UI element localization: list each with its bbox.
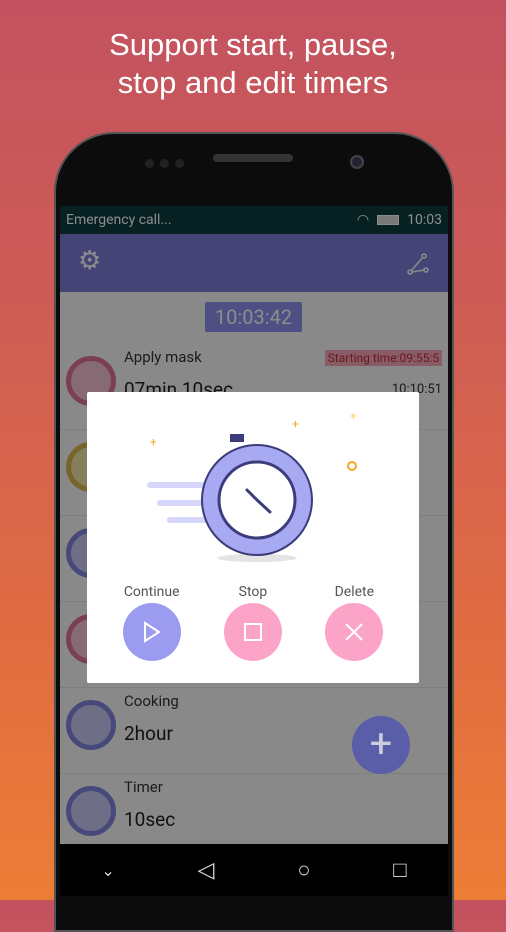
promo-headline: Support start, pause, stop and edit time… [0, 26, 506, 102]
svg-text:+: + [292, 417, 299, 431]
stop-label: Stop [238, 584, 268, 600]
stopwatch-illustration: + + + [147, 412, 357, 562]
recents-icon[interactable]: □ [393, 857, 406, 883]
play-icon [143, 621, 161, 643]
home-icon[interactable]: ○ [297, 857, 310, 883]
navigation-bar: ⌄ ◁ ○ □ [60, 844, 448, 896]
phone-sensors [145, 153, 195, 168]
close-icon [345, 623, 364, 641]
add-timer-button[interactable]: + [352, 716, 410, 774]
back-icon[interactable]: ◁ [198, 858, 215, 883]
delete-button[interactable]: Delete [309, 584, 399, 661]
dialog-actions: Continue Stop Delete [87, 584, 419, 661]
chevron-down-icon[interactable]: ⌄ [101, 861, 114, 880]
svg-text:+: + [350, 412, 357, 423]
phone-speaker [213, 154, 293, 162]
timer-action-dialog: + + + Continue Stop Delete [87, 392, 419, 683]
stop-icon [243, 623, 262, 641]
delete-label: Delete [334, 584, 375, 600]
continue-button[interactable]: Continue [107, 584, 197, 661]
headline-line-1: Support start, pause, [109, 27, 397, 62]
phone-camera [350, 155, 364, 169]
headline-line-2: stop and edit timers [117, 65, 389, 100]
svg-text:+: + [150, 435, 157, 449]
stop-button[interactable]: Stop [208, 584, 298, 661]
continue-label: Continue [123, 584, 180, 600]
